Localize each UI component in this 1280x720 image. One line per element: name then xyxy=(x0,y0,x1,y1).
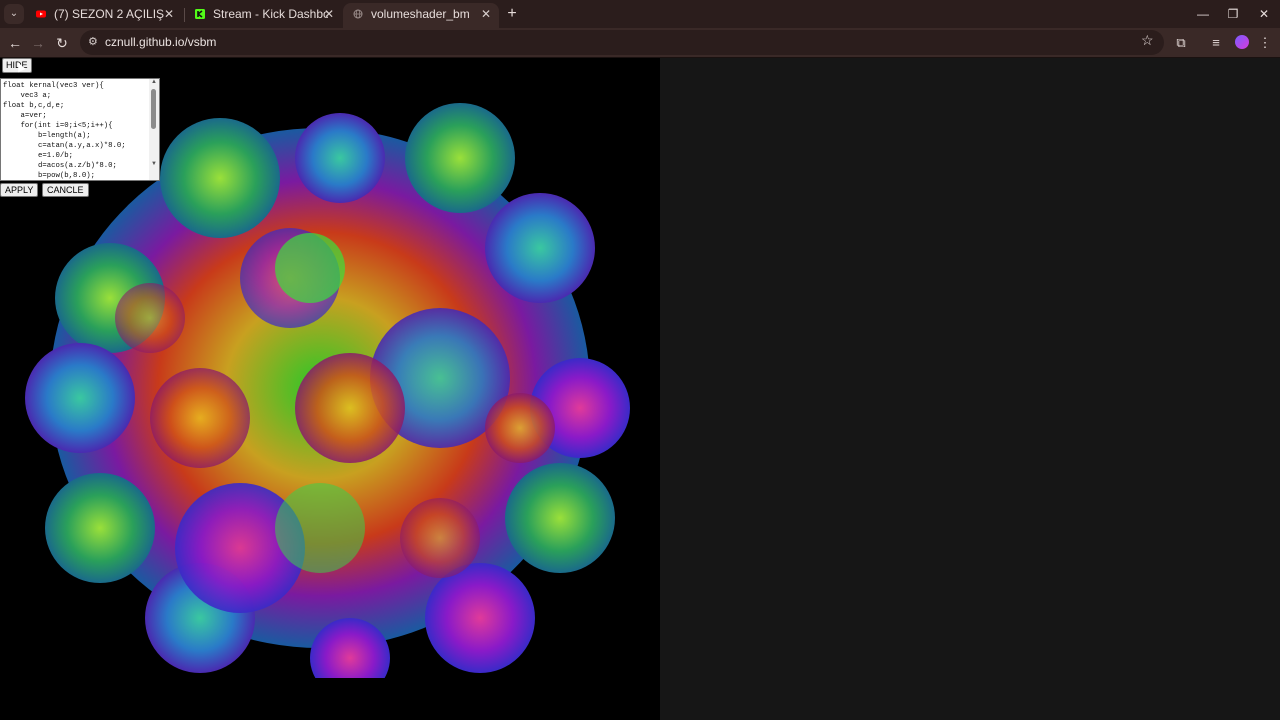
shader-code-text: float kernal(vec3 ver){ vec3 a; float b,… xyxy=(3,82,126,180)
globe-icon xyxy=(353,9,363,19)
shader-code-editor[interactable]: float kernal(vec3 ver){ vec3 a; float b,… xyxy=(0,78,160,181)
tab-label: Stream - Kick Dashboard xyxy=(213,7,328,21)
bookmark-star-icon[interactable]: ☆ xyxy=(1141,32,1154,49)
tab-label: (7) SEZON 2 AÇILIŞ - SARU BÖL xyxy=(54,7,164,21)
tab-youtube[interactable]: (7) SEZON 2 AÇILIŞ - SARU BÖL ✕ xyxy=(26,3,182,28)
kick-icon xyxy=(195,9,205,19)
youtube-icon xyxy=(36,10,46,18)
scroll-down-arrow-icon[interactable]: ▼ xyxy=(150,161,158,167)
page-content: HIDE float kernal(vec3 ver){ vec3 a; flo… xyxy=(0,58,1280,720)
profile-avatar[interactable] xyxy=(1235,35,1249,49)
scroll-thumb[interactable] xyxy=(151,89,156,129)
back-arrow-icon[interactable]: ← xyxy=(5,33,25,53)
address-bar[interactable]: ⚙ cznull.github.io/vsbm xyxy=(80,30,1164,55)
window-close-icon[interactable]: ✕ xyxy=(1251,4,1277,24)
tab-label: volumeshader_bm xyxy=(371,7,470,21)
tab-volumeshader[interactable]: volumeshader_bm ✕ xyxy=(343,3,499,28)
reload-icon[interactable]: ↻ xyxy=(52,33,72,53)
tab-strip: ⌄ (7) SEZON 2 AÇILIŞ - SARU BÖL ✕ Stream… xyxy=(0,0,1280,28)
maximize-icon[interactable]: ❐ xyxy=(1220,4,1246,24)
close-icon[interactable]: ✕ xyxy=(164,3,174,25)
editor-scrollbar[interactable]: ▲ ▼ xyxy=(149,79,159,180)
cancel-button[interactable]: CANCLE xyxy=(42,183,89,197)
tab-kick[interactable]: Stream - Kick Dashboard ✕ xyxy=(185,3,342,28)
close-icon[interactable]: ✕ xyxy=(324,3,334,25)
extensions-icon[interactable]: ⧉ xyxy=(1172,34,1190,52)
forward-arrow-icon[interactable]: → xyxy=(28,33,48,53)
fractal-render[interactable] xyxy=(20,98,640,678)
blank-right-pane xyxy=(660,58,1280,720)
scroll-up-arrow-icon[interactable]: ▲ xyxy=(150,79,158,85)
tab-search-button[interactable]: ⌄ xyxy=(4,4,24,24)
browser-toolbar: ← → ↻ ⚙ cznull.github.io/vsbm ☆ ⧉ ≡ ⋮ xyxy=(0,28,1280,57)
media-control-icon[interactable]: ≡ xyxy=(1207,34,1225,52)
minimize-icon[interactable]: — xyxy=(1190,4,1216,24)
url-text: cznull.github.io/vsbm xyxy=(105,35,217,49)
new-tab-button[interactable]: + xyxy=(504,4,520,24)
more-menu-icon[interactable]: ⋮ xyxy=(1256,34,1274,52)
apply-button[interactable]: APPLY xyxy=(0,183,39,197)
site-info-icon[interactable]: ⚙ xyxy=(88,36,100,48)
close-icon[interactable]: ✕ xyxy=(481,3,491,25)
